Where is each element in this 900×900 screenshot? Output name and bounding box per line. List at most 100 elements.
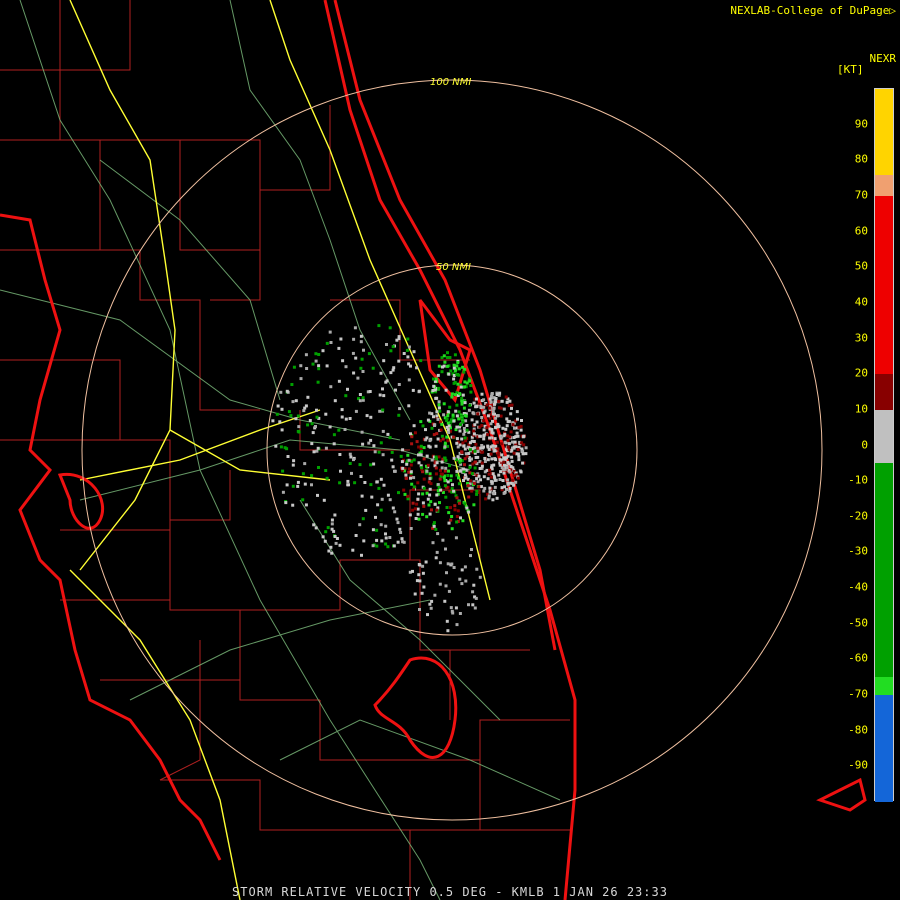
echo-bin xyxy=(455,623,459,627)
echo-bin xyxy=(520,441,524,445)
echo-bin xyxy=(494,426,498,430)
echo-bin xyxy=(452,566,456,569)
echo-bin xyxy=(422,486,426,490)
echo-bin xyxy=(498,478,502,481)
echo-bin xyxy=(454,536,458,540)
echo-bin xyxy=(449,518,453,522)
echo-bin xyxy=(500,435,504,439)
echo-bin xyxy=(459,516,462,520)
echo-bin xyxy=(513,426,516,430)
echo-bin xyxy=(447,372,451,376)
echo-bin xyxy=(478,467,482,470)
echo-bin xyxy=(434,556,438,560)
echo-bin xyxy=(469,479,473,483)
echo-bin xyxy=(445,435,449,439)
echo-bin xyxy=(388,498,392,502)
echo-bin xyxy=(475,489,479,493)
echo-bin xyxy=(501,479,505,482)
echo-bin xyxy=(327,549,331,553)
echo-bin xyxy=(432,415,435,419)
echo-bin xyxy=(437,455,441,459)
legend-product-label: NEXR xyxy=(869,52,897,65)
echo-bin xyxy=(464,452,468,456)
echo-bin xyxy=(353,326,357,330)
echo-bin xyxy=(504,427,508,431)
echo-bin xyxy=(280,428,284,432)
echo-bin xyxy=(428,602,432,606)
echo-bin xyxy=(448,356,452,359)
echo-bin xyxy=(480,416,484,419)
echo-bin xyxy=(317,466,320,469)
echo-bin xyxy=(512,474,516,478)
echo-bin xyxy=(406,494,410,498)
echo-bin xyxy=(457,476,460,480)
echo-bin xyxy=(381,387,384,391)
echo-bin xyxy=(412,488,415,491)
echo-bin xyxy=(322,498,326,502)
echo-bin xyxy=(519,470,523,474)
echo-bin xyxy=(450,392,454,396)
echo-bin xyxy=(301,498,305,502)
echo-bin xyxy=(425,515,429,519)
echo-bin xyxy=(435,414,439,418)
echo-bin xyxy=(346,387,349,391)
echo-bin xyxy=(479,404,483,408)
echo-bin xyxy=(427,444,431,448)
echo-bin xyxy=(470,489,474,493)
echo-bin xyxy=(481,450,485,454)
echo-bin xyxy=(400,460,404,464)
echo-bin xyxy=(391,506,395,510)
echo-bin xyxy=(436,437,440,441)
echo-bin xyxy=(302,409,306,413)
echo-bin xyxy=(353,481,357,485)
echo-bin xyxy=(449,506,452,510)
echo-bin xyxy=(271,419,275,423)
echo-bin xyxy=(315,408,318,412)
echo-bin xyxy=(441,365,444,369)
echo-bin xyxy=(461,519,465,523)
echo-bin xyxy=(507,442,511,446)
echo-bin xyxy=(516,448,520,451)
echo-bin xyxy=(426,463,430,467)
echo-bin xyxy=(359,366,363,370)
echo-bin xyxy=(337,379,341,383)
echo-bin xyxy=(361,517,365,521)
echo-bin xyxy=(512,483,516,487)
echo-bin xyxy=(490,457,494,461)
echo-bin xyxy=(521,461,525,465)
echo-bin xyxy=(493,476,497,480)
echo-bin xyxy=(505,400,509,404)
echo-bin xyxy=(420,466,424,470)
echo-bin xyxy=(497,406,501,410)
echo-bin xyxy=(477,474,481,478)
tick-label: -40 xyxy=(848,580,868,594)
echo-bin xyxy=(360,430,364,434)
echo-bin xyxy=(473,423,477,427)
echo-bin xyxy=(281,469,285,473)
echo-bin xyxy=(467,408,471,412)
echo-bin xyxy=(341,359,345,363)
echo-bin xyxy=(491,410,495,414)
echo-bin xyxy=(359,475,363,478)
echo-bin xyxy=(297,425,301,429)
echo-bin xyxy=(379,441,383,445)
echo-bin xyxy=(500,453,504,457)
echo-bin xyxy=(415,366,419,370)
echo-bin xyxy=(434,444,438,448)
echo-bin xyxy=(427,503,431,507)
tick-label: -70 xyxy=(848,687,868,701)
echo-bin xyxy=(310,422,314,426)
echo-bin xyxy=(456,361,460,364)
echo-bin xyxy=(314,359,318,363)
echo-bin xyxy=(457,367,461,371)
color-bar-segment xyxy=(875,463,893,678)
echo-bin xyxy=(515,431,519,435)
echo-bin xyxy=(458,469,462,473)
echo-bin xyxy=(312,523,316,527)
echo-bin xyxy=(496,447,500,451)
echo-bin xyxy=(389,371,393,375)
echo-bin xyxy=(434,527,438,531)
echo-bin xyxy=(429,482,433,486)
echo-bin xyxy=(382,483,386,487)
echo-bin xyxy=(291,484,295,488)
